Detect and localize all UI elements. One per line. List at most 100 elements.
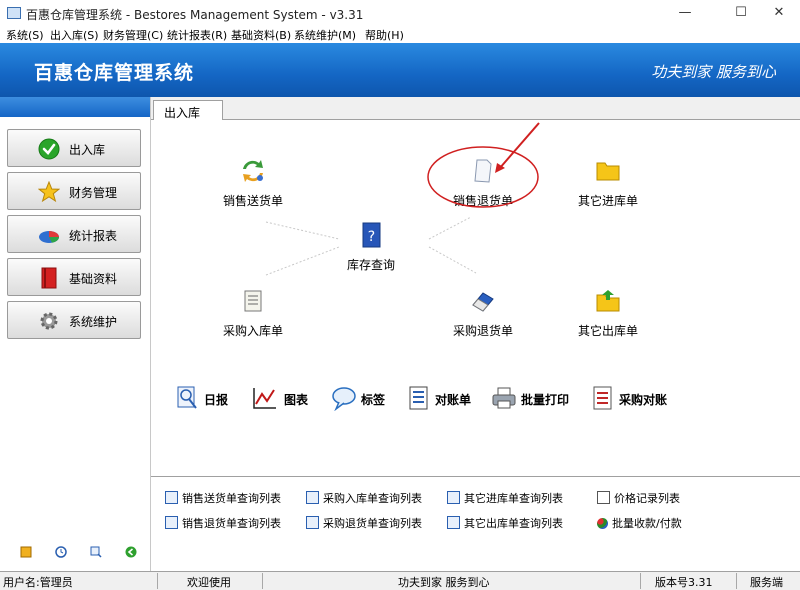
folder-icon: [596, 162, 620, 181]
flow-label: 采购退货单: [452, 324, 513, 338]
sidebar-item-maintenance[interactable]: 系统维护: [7, 301, 141, 339]
daily-report-button[interactable]: 日报: [176, 385, 234, 413]
quick-label: 标签: [361, 393, 386, 407]
minimize-button[interactable]: —: [662, 0, 708, 26]
status-welcome: 欢迎使用: [187, 576, 231, 589]
statement-button[interactable]: 对账单: [407, 385, 479, 413]
quick-label: 批量打印: [521, 393, 570, 407]
menu-help[interactable]: 帮助(H): [365, 27, 404, 43]
clock-icon[interactable]: [55, 546, 67, 558]
search-list-icon: [447, 516, 460, 529]
folder-arrow-icon: [596, 290, 620, 312]
status-separator: [262, 573, 263, 589]
status-separator: [736, 573, 737, 589]
line-chart-icon: [253, 388, 276, 409]
speech-bubble-icon: [332, 387, 356, 411]
status-slogan: 功夫到家 服务到心: [398, 576, 490, 589]
sidebar-item-basedata[interactable]: 基础资料: [7, 258, 141, 296]
svg-text:?: ?: [368, 229, 375, 245]
flow-label: 其它出库单: [577, 324, 638, 338]
report-links-panel: 销售送货单查询列表 采购入库单查询列表 其它进库单查询列表 价格记录列表 销售退…: [151, 476, 800, 572]
close-button[interactable]: ✕: [756, 0, 800, 26]
inventory-query-button[interactable]: ? 库存查询: [334, 221, 408, 273]
sidebar-item-label: 统计报表: [69, 229, 118, 243]
menu-maintenance[interactable]: 系统维护(M): [294, 27, 356, 43]
list-icon: [447, 491, 460, 504]
link-price-record-list[interactable]: 价格记录列表: [597, 490, 680, 506]
search-list-icon: [165, 516, 178, 529]
status-mode: 服务端: [750, 576, 783, 589]
key-icon[interactable]: [20, 546, 32, 558]
sidebar: 出入库 财务管理 统计报表 基础资料 系统维护: [0, 97, 151, 571]
banner-title: 百惠仓库管理系统: [34, 62, 195, 84]
status-separator: [640, 573, 641, 589]
menu-reports[interactable]: 统计报表(R): [167, 27, 227, 43]
purchase-reconcile-button[interactable]: 采购对账: [591, 385, 675, 413]
flow-label: 其它进库单: [577, 194, 638, 208]
menu-basedata[interactable]: 基础资料(B): [231, 27, 291, 43]
pen-icon: [597, 491, 610, 504]
refresh-arrows-icon: [243, 160, 263, 182]
link-sales-delivery-list[interactable]: 销售送货单查询列表: [165, 490, 281, 506]
banner-slogan: 功夫到家 服务到心: [651, 63, 776, 81]
eraser-icon: [472, 292, 494, 312]
window-title: 百惠仓库管理系统 - Bestores Management System - …: [26, 8, 364, 22]
sidebar-item-finance[interactable]: 财务管理: [7, 172, 141, 210]
status-separator: [157, 573, 158, 589]
other-out-button[interactable]: 其它出库单: [571, 287, 645, 339]
sales-delivery-button[interactable]: 销售送货单: [216, 157, 290, 209]
scroll-icon: [244, 290, 262, 312]
report-icon: [593, 386, 612, 410]
pie-chart-icon: [39, 231, 60, 243]
ledger-icon: [409, 386, 428, 410]
sidebar-item-label: 系统维护: [69, 315, 118, 329]
sidebar-item-stock[interactable]: 出入库: [7, 129, 141, 167]
link-purchase-return-list[interactable]: 采购退货单查询列表: [306, 515, 422, 531]
magnifier-icon: [177, 386, 197, 409]
quick-label: 对账单: [435, 393, 472, 407]
batch-print-button[interactable]: 批量打印: [491, 385, 575, 413]
sidebar-item-label: 出入库: [69, 143, 106, 157]
list-icon: [306, 491, 319, 504]
purchase-in-button[interactable]: 采购入库单: [216, 287, 290, 339]
colored-dots-icon: [597, 518, 608, 529]
sidebar-header-strip: [0, 97, 150, 117]
back-arrow-icon[interactable]: [125, 546, 137, 558]
menu-stock[interactable]: 出入库(S): [50, 27, 99, 43]
link-sales-return-list[interactable]: 销售退货单查询列表: [165, 515, 281, 531]
flow-label: 库存查询: [346, 258, 395, 272]
link-other-in-list[interactable]: 其它进库单查询列表: [447, 490, 563, 506]
sidebar-item-reports[interactable]: 统计报表: [7, 215, 141, 253]
quick-label: 日报: [204, 393, 229, 407]
annotation-highlight: [427, 122, 540, 208]
link-other-out-list[interactable]: 其它出库单查询列表: [447, 515, 563, 531]
check-icon: [38, 138, 60, 160]
purchase-return-button[interactable]: 采购退货单: [446, 287, 520, 339]
search-icon[interactable]: [90, 546, 102, 558]
flow-label: 销售送货单: [222, 194, 283, 208]
star-icon: [38, 181, 60, 203]
menu-bar: 系统(S) 出入库(S) 财务管理(C) 统计报表(R) 基础资料(B) 系统维…: [0, 26, 800, 43]
quick-label: 采购对账: [619, 393, 668, 407]
status-bar: 用户名:管理员 欢迎使用 功夫到家 服务到心 版本号3.31 服务端: [0, 571, 800, 590]
quick-label: 图表: [284, 393, 309, 407]
sidebar-item-label: 财务管理: [69, 186, 118, 200]
flow-label: 采购入库单: [222, 324, 283, 338]
status-version: 版本号3.31: [655, 576, 713, 589]
status-user: 用户名:管理员: [3, 576, 73, 589]
tag-button[interactable]: 标签: [331, 385, 391, 413]
menu-system[interactable]: 系统(S): [6, 27, 44, 43]
link-purchase-in-list[interactable]: 采购入库单查询列表: [306, 490, 422, 506]
search-list-icon: [306, 516, 319, 529]
printer-icon: [492, 387, 516, 409]
chart-button[interactable]: 图表: [252, 385, 314, 413]
menu-finance[interactable]: 财务管理(C): [103, 27, 163, 43]
sidebar-item-label: 基础资料: [69, 272, 118, 286]
app-banner: 百惠仓库管理系统 功夫到家 服务到心: [0, 43, 800, 97]
app-icon: [7, 7, 21, 19]
other-in-button[interactable]: 其它进库单: [571, 157, 645, 209]
link-batch-payment[interactable]: 批量收款/付款: [597, 515, 682, 531]
title-bar: 百惠仓库管理系统 - Bestores Management System - …: [0, 0, 800, 26]
help-book-icon: ?: [362, 222, 381, 248]
book-icon: [41, 267, 57, 289]
